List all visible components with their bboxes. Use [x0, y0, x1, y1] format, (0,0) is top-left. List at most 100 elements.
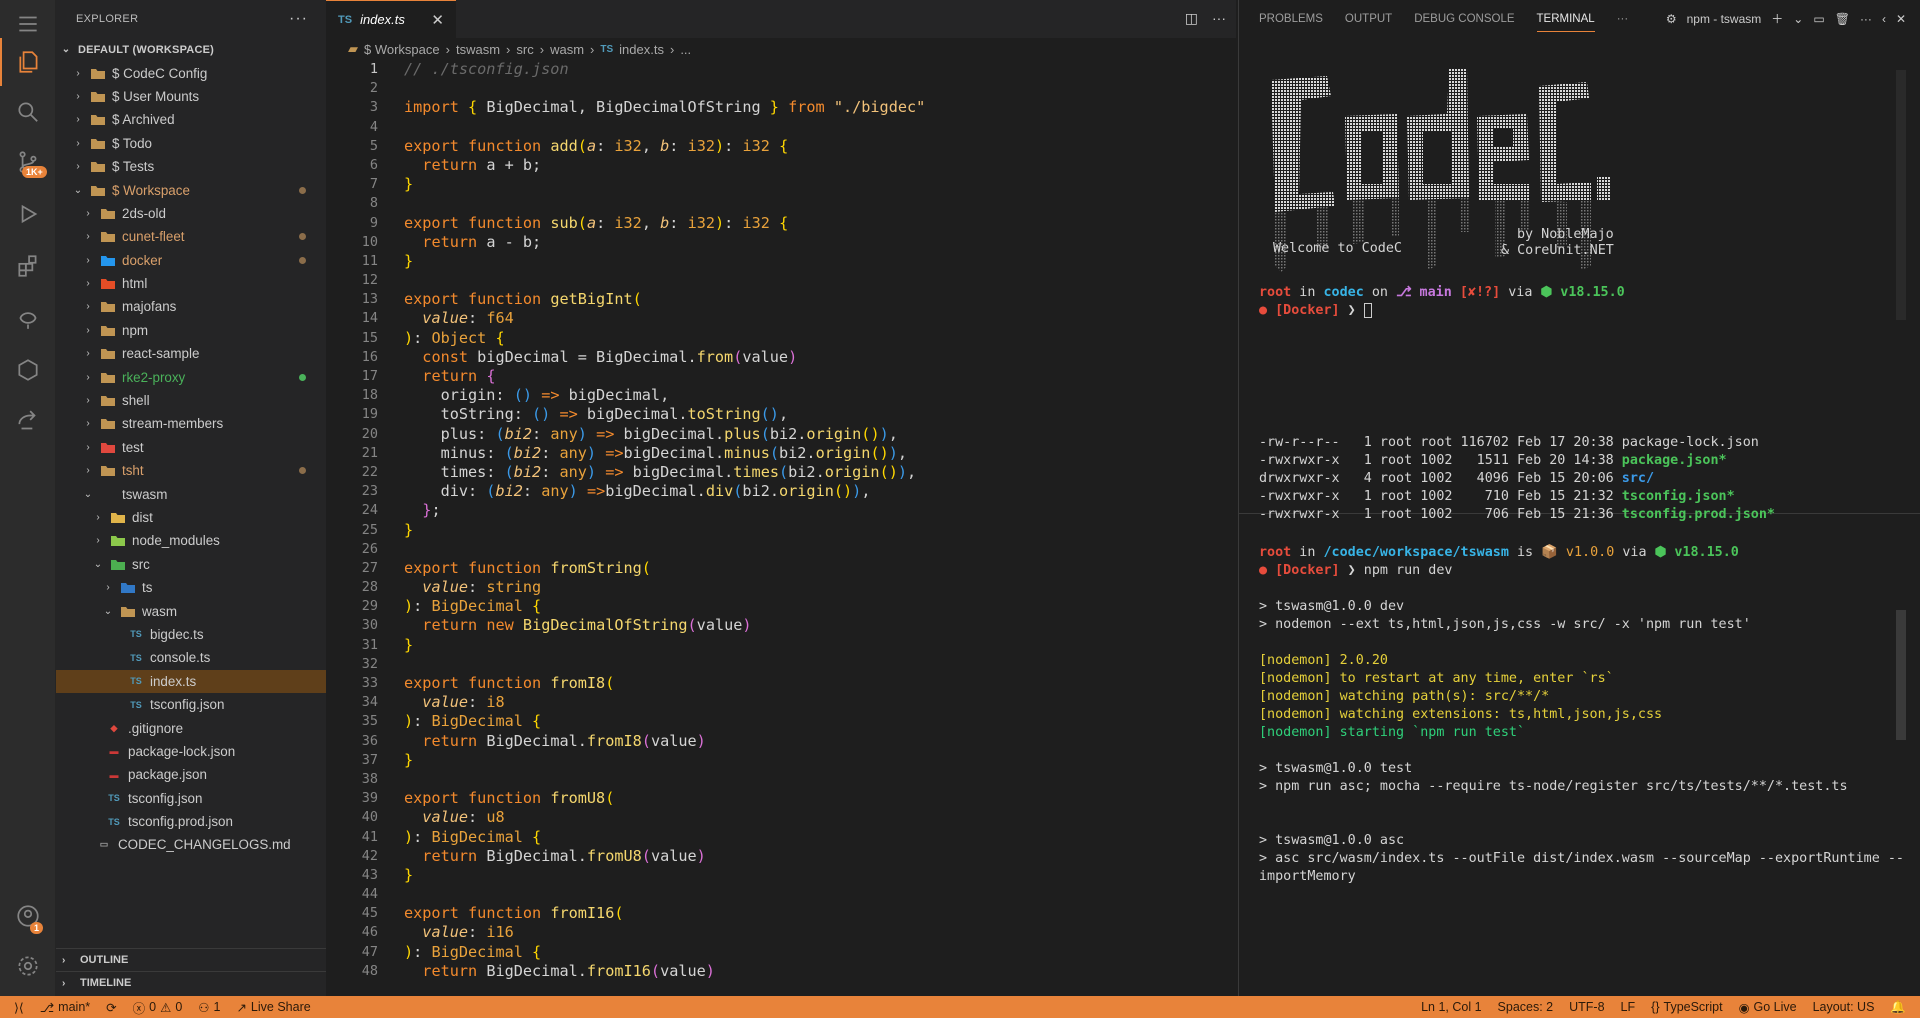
tree-file[interactable]: TS bigdec.ts [56, 623, 326, 646]
tree-folder[interactable]: ⌄ $ Workspace [56, 178, 326, 201]
editor-tab-index-ts[interactable]: TS index.ts ✕ [326, 0, 456, 38]
ports-indicator[interactable]: ⚇ 1 [198, 1000, 220, 1015]
terminal-scrollbar[interactable] [1896, 610, 1906, 740]
breadcrumb-item[interactable]: index.ts [619, 42, 664, 57]
breadcrumb-item[interactable]: src [516, 42, 533, 57]
sync-icon[interactable]: ⟳ [106, 1000, 116, 1015]
folder-icon [100, 347, 116, 361]
more-actions-icon[interactable]: ··· [1860, 12, 1872, 26]
tree-file[interactable]: TS console.ts [56, 646, 326, 669]
chevron-down-icon: ⌄ [83, 488, 93, 500]
tree-folder[interactable]: › $ User Mounts [56, 85, 326, 108]
close-tab-icon[interactable]: ✕ [431, 11, 444, 29]
tree-folder[interactable]: ⌄ wasm [56, 599, 326, 622]
encoding[interactable]: UTF-8 [1569, 1000, 1604, 1014]
remote-indicator-icon[interactable]: ⟩⟨ [14, 1000, 24, 1015]
tree-folder[interactable]: › 2ds-old [56, 202, 326, 225]
breadcrumb-item[interactable]: $ Workspace [364, 42, 440, 57]
cursor-position[interactable]: Ln 1, Col 1 [1421, 1000, 1481, 1014]
search-icon[interactable] [0, 88, 56, 136]
end-of-line[interactable]: LF [1621, 1000, 1636, 1014]
tree-folder[interactable]: › docker [56, 249, 326, 272]
terminal-output-line: > tswasm@1.0.0 test [1259, 761, 1413, 776]
tree-folder[interactable]: › majofans [56, 295, 326, 318]
tab-problems[interactable]: PROBLEMS [1259, 13, 1323, 25]
tree-folder[interactable]: › node_modules [56, 529, 326, 552]
tree-file[interactable]: ◆ .gitignore [56, 716, 326, 739]
html-folder-icon [100, 277, 116, 291]
code-line: 12 [361, 272, 378, 289]
chevron-down-icon[interactable]: ⌄ [1793, 12, 1803, 26]
more-tabs-icon[interactable]: ··· [1617, 13, 1629, 25]
timeline-section[interactable]: › TIMELINE [56, 971, 326, 994]
live-share-icon[interactable] [0, 398, 56, 446]
tree-folder[interactable]: › $ Todo [56, 132, 326, 155]
split-terminal-icon[interactable]: ▭ [1813, 12, 1824, 26]
maximize-panel-icon[interactable]: ‹ [1882, 12, 1886, 26]
terminal-selector[interactable]: npm - tswasm [1687, 12, 1762, 26]
code-line: 46 value: i16 [361, 923, 514, 942]
tree-file[interactable]: ▬ package-lock.json [56, 740, 326, 763]
new-terminal-icon[interactable]: ＋ [1771, 10, 1783, 27]
tree-folder[interactable]: › $ CodeC Config [56, 61, 326, 84]
split-editor-icon[interactable]: ◫ [1185, 10, 1198, 27]
live-share-button[interactable]: ↗ Live Share [236, 1000, 310, 1015]
tree-folder[interactable]: › $ Archived [56, 108, 326, 131]
keyboard-layout[interactable]: Layout: US [1813, 1000, 1875, 1014]
run-debug-icon[interactable] [0, 190, 56, 238]
code-editor[interactable]: 1// ./tsconfig.json 2 3 import { BigDecim… [326, 60, 1236, 981]
tree-folder[interactable]: › rke2-proxy [56, 365, 326, 388]
more-actions-icon[interactable]: ··· [289, 10, 308, 28]
outline-section[interactable]: › OUTLINE [56, 948, 326, 971]
trash-icon[interactable]: 🗑 [1835, 12, 1850, 26]
folder-icon [90, 89, 106, 103]
tree-file[interactable]: ▭ CODEC_CHANGELOGS.md [56, 833, 326, 856]
tree-folder[interactable]: › $ Tests [56, 155, 326, 178]
tree-file-selected[interactable]: TS index.ts [56, 669, 326, 693]
extensions-icon[interactable] [0, 242, 56, 290]
breadcrumb-item[interactable]: wasm [550, 42, 584, 57]
indentation[interactable]: Spaces: 2 [1498, 1000, 1554, 1014]
tab-terminal[interactable]: TERMINAL [1536, 13, 1595, 32]
terminal-output-line: [nodemon] watching path(s): src/**/* [1259, 689, 1550, 704]
tree-file[interactable]: TS tsconfig.json [56, 693, 326, 716]
tree-folder[interactable]: › tsht [56, 459, 326, 482]
breadcrumb-item[interactable]: ... [680, 42, 691, 57]
tree-file[interactable]: TS tsconfig.prod.json [56, 810, 326, 833]
broadcast-icon: ◉ [1738, 1000, 1750, 1015]
tree-folder[interactable]: ⌄ tswasm [56, 482, 326, 505]
close-panel-icon[interactable]: ✕ [1896, 12, 1906, 26]
remote-explorer-icon[interactable] [0, 346, 56, 394]
terminal-scrollbar[interactable] [1896, 70, 1906, 320]
testing-icon[interactable] [0, 294, 56, 342]
chevron-right-icon: › [76, 67, 80, 79]
settings-gear-icon[interactable] [0, 942, 56, 990]
tree-file[interactable]: TS tsconfig.json [56, 787, 326, 810]
tree-folder[interactable]: › shell [56, 389, 326, 412]
go-live-button[interactable]: ◉ Go Live [1739, 1000, 1797, 1015]
problems-indicator[interactable]: ⓧ 0 ⚠ 0 [133, 998, 183, 1017]
notifications-bell-icon[interactable]: 🔔 [1890, 1000, 1906, 1015]
breadcrumb-item[interactable]: tswasm [456, 42, 500, 57]
branch-indicator[interactable]: ⎇ main* [40, 1000, 90, 1015]
more-actions-icon[interactable]: ··· [1212, 10, 1226, 27]
tree-folder[interactable]: › stream-members [56, 412, 326, 435]
tree-folder[interactable]: ⌄ src [56, 553, 326, 576]
tab-debug-console[interactable]: DEBUG CONSOLE [1414, 13, 1514, 25]
tree-folder[interactable]: › ts [56, 576, 326, 599]
workspace-root[interactable]: ⌄ DEFAULT (WORKSPACE) [56, 38, 326, 61]
accounts-icon[interactable]: 1 [0, 892, 56, 940]
tree-folder[interactable]: › html [56, 272, 326, 295]
tab-output[interactable]: OUTPUT [1345, 13, 1392, 25]
tree-folder[interactable]: › npm [56, 319, 326, 342]
source-control-icon[interactable]: 1K+ [0, 138, 56, 186]
language-mode[interactable]: {} TypeScript [1651, 1000, 1722, 1014]
tree-folder[interactable]: › react-sample [56, 342, 326, 365]
breadcrumb-separator: › [506, 41, 511, 57]
tree-folder[interactable]: › cunet-fleet [56, 225, 326, 248]
breadcrumb-separator: › [445, 41, 450, 57]
explorer-icon[interactable] [0, 38, 56, 86]
tree-folder[interactable]: › test [56, 436, 326, 459]
tree-file[interactable]: ▬ package.json [56, 763, 326, 786]
tree-folder[interactable]: › dist [56, 506, 326, 529]
